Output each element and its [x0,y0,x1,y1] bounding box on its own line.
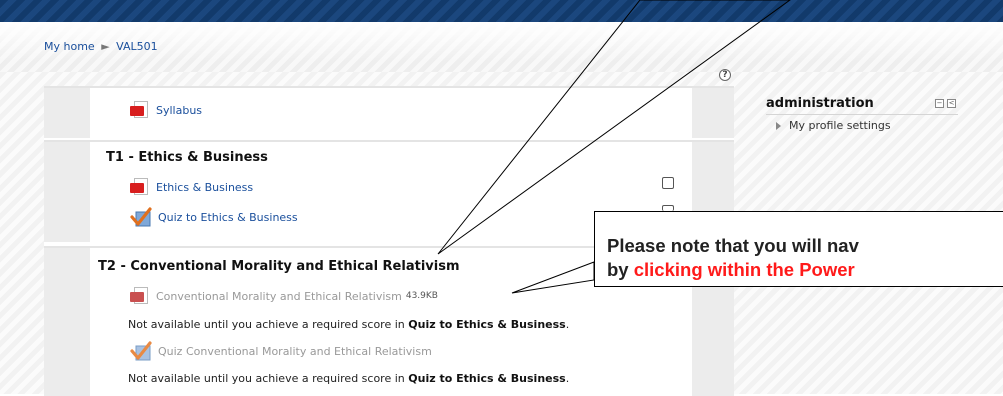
callout-line-1: Please note that you will nav [607,235,859,256]
callout-line-2: by clicking within the Power [607,258,1003,282]
callout-pointer-lines [437,0,791,294]
callout-box: Please note that you will nav by clickin… [594,211,1003,287]
callout-highlight: clicking within the Power [633,259,855,280]
callout-line-2-prefix: by [607,259,634,280]
